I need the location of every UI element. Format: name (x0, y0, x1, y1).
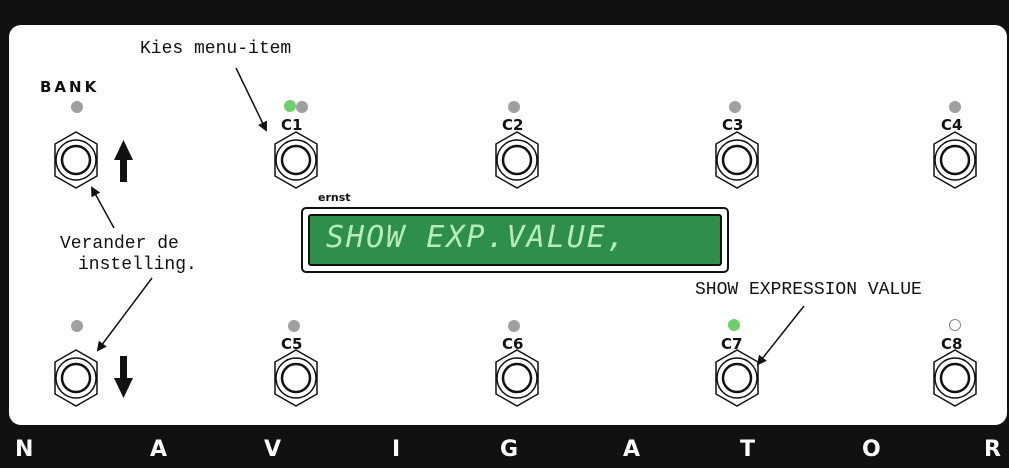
pointer-bank-down (96, 277, 153, 352)
up-arrow-icon (114, 140, 133, 182)
device-frame: N A V I G A T O R BANK C1 C2 C3 C4 C5 C6… (0, 0, 1009, 468)
pointer-choose-item (235, 67, 268, 132)
pointer-bank-up (91, 186, 115, 229)
annotation-arrows (91, 67, 805, 398)
down-arrow-icon (114, 356, 133, 398)
pointer-show-expression (756, 305, 805, 366)
